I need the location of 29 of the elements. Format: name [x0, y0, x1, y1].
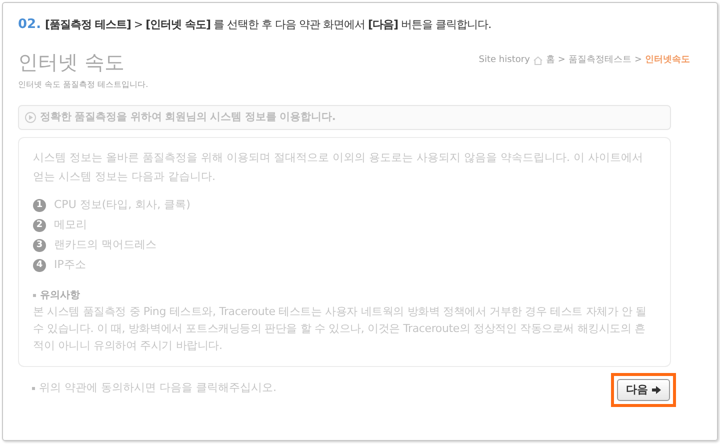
breadcrumb-link[interactable]: 홈 [546, 54, 555, 68]
home-icon [532, 56, 543, 65]
list-item-text: 메모리 [54, 217, 87, 233]
list-item-text: CPU 정보(타입, 회사, 클록) [54, 197, 190, 213]
step-number: 02. [18, 16, 42, 34]
breadcrumb-label: Site history [478, 54, 530, 67]
bullet-icon [32, 386, 35, 390]
caution-title: 유의사항 [40, 289, 80, 304]
page-subtitle: 인터넷 속도 품질측정 테스트입니다. [18, 78, 148, 90]
number-badge: 3 [33, 238, 46, 252]
list-item-text: 랜카드의 맥어드레스 [54, 237, 156, 253]
number-badge: 2 [33, 218, 46, 232]
current-page-crumb: 인터넷속도 [645, 54, 690, 67]
caution-text: 본 시스템 품질측정 중 Ping 테스트와, Traceroute 테스트는 사용자 네트웍의 방화벽 정책에서 거부한 경우 테스트 자체가 안 될 수 있습니다. 이 때, 방화벽에서 포트스캐닝등의 판단을 할 수 있으나, 이것은 Traceroute의 정상적인 작동으로써 해킹시도의 흔적이 아니니 유의하여 주시기 바랍니다. [33, 304, 648, 354]
instruction-text: [품질측정 테스트] > [인터넷 속도] 를 선택한 후 다음 약관 화면에서 [다음] 버튼을 클릭합니다. [45, 17, 492, 33]
number-badge: 4 [33, 258, 46, 272]
bullet-icon [33, 294, 36, 298]
next-button[interactable]: 다음 [617, 379, 670, 402]
breadcrumb-link[interactable]: 품질측정테스트 [568, 54, 632, 68]
arrow-icon [652, 386, 661, 394]
breadcrumb-separator: > [634, 54, 642, 67]
page-title: 인터넷 속도 [18, 48, 126, 76]
list-item-text: IP주소 [54, 257, 86, 273]
terms-intro: 시스템 정보는 올바른 품질측정을 위해 이용되며 절대적으로 이외의 용도로는 사용되지 않음을 약속드립니다. 이 사이트에서 얻는 시스템 정보는 다음과 같습니다. [33, 150, 644, 186]
number-badge: 1 [33, 198, 46, 212]
notice-text: 정확한 품질측정을 위하여 회원님의 시스템 정보를 이용합니다. [40, 110, 336, 124]
agree-text: 위의 약관에 동의하시면 다음을 클릭해주십시오. [39, 380, 276, 396]
breadcrumb-separator: > [558, 54, 566, 67]
play-icon [25, 112, 36, 123]
